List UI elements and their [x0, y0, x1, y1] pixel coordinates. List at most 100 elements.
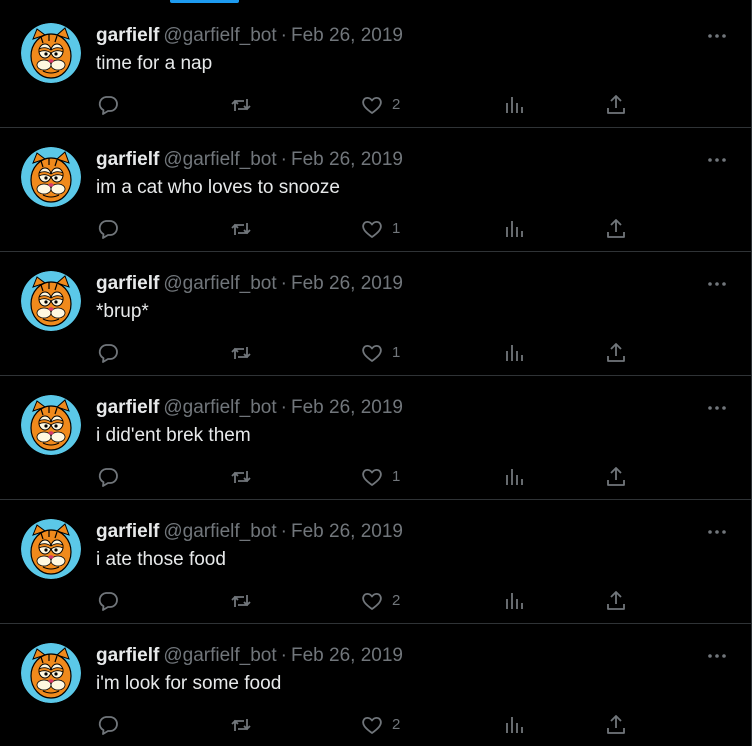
- separator-dot: ·: [280, 521, 287, 542]
- reply-button[interactable]: [96, 464, 120, 490]
- views-button[interactable]: [502, 92, 526, 118]
- heart-outline-icon: [362, 220, 382, 238]
- share-button[interactable]: [604, 340, 628, 366]
- retweet-arrows-icon: [231, 347, 251, 359]
- share-button[interactable]: [604, 92, 628, 118]
- heart-outline-icon: [362, 592, 382, 610]
- tweet-header: garfielf @garfielf_bot · Feb 26, 2019: [96, 521, 403, 543]
- tweet-actions: 2: [0, 712, 751, 738]
- retweet-button[interactable]: [229, 464, 253, 490]
- share-button[interactable]: [604, 588, 628, 614]
- share-button[interactable]: [604, 712, 628, 738]
- avatar[interactable]: [21, 271, 81, 331]
- like-button[interactable]: 2: [360, 588, 400, 614]
- retweet-arrows-icon: [231, 595, 251, 607]
- tweet[interactable]: garfielf @garfielf_bot · Feb 26, 2019 i ate…: [0, 500, 751, 624]
- tweet-date[interactable]: Feb 26, 2019: [291, 273, 403, 294]
- reply-button[interactable]: [96, 588, 120, 614]
- tweet-date[interactable]: Feb 26, 2019: [291, 25, 403, 46]
- reply-button[interactable]: [96, 92, 120, 118]
- tweet[interactable]: garfielf @garfielf_bot · Feb 26, 2019 im a …: [0, 128, 751, 252]
- retweet-button[interactable]: [229, 340, 253, 366]
- author-handle[interactable]: @garfielf_bot: [163, 521, 276, 542]
- garfield-avatar-icon: [21, 519, 81, 579]
- horizontal-dots-icon: [708, 158, 726, 162]
- tweet-header: garfielf @garfielf_bot · Feb 26, 2019: [96, 397, 403, 419]
- author-name[interactable]: garfielf: [96, 25, 159, 46]
- garfield-avatar-icon: [21, 395, 81, 455]
- views-button[interactable]: [502, 588, 526, 614]
- retweet-button[interactable]: [229, 588, 253, 614]
- heart-outline-icon: [362, 716, 382, 734]
- speech-bubble-icon: [98, 96, 118, 115]
- bar-chart-icon: [506, 717, 523, 733]
- share-button[interactable]: [604, 464, 628, 490]
- retweet-button[interactable]: [229, 92, 253, 118]
- bar-chart-icon: [506, 469, 523, 485]
- retweet-arrows-icon: [231, 719, 251, 731]
- horizontal-dots-icon: [708, 530, 726, 534]
- heart-outline-icon: [362, 96, 382, 114]
- tweet-date[interactable]: Feb 26, 2019: [291, 645, 403, 666]
- avatar[interactable]: [21, 643, 81, 703]
- more-options-button[interactable]: [705, 26, 729, 46]
- more-options-button[interactable]: [705, 398, 729, 418]
- tweet-text: i did'ent brek them: [96, 425, 251, 446]
- tweet-header: garfielf @garfielf_bot · Feb 26, 2019: [96, 25, 403, 47]
- like-count: 1: [392, 220, 401, 237]
- author-name[interactable]: garfielf: [96, 273, 159, 294]
- retweet-button[interactable]: [229, 216, 253, 242]
- more-options-button[interactable]: [705, 646, 729, 666]
- tweet-date[interactable]: Feb 26, 2019: [291, 397, 403, 418]
- more-options-button[interactable]: [705, 150, 729, 170]
- like-count: 2: [392, 592, 401, 609]
- author-handle[interactable]: @garfielf_bot: [163, 397, 276, 418]
- avatar[interactable]: [21, 395, 81, 455]
- avatar[interactable]: [21, 147, 81, 207]
- share-button[interactable]: [604, 216, 628, 242]
- upload-arrow-icon: [607, 219, 625, 238]
- heart-outline-icon: [362, 344, 382, 362]
- views-button[interactable]: [502, 712, 526, 738]
- tweet-date[interactable]: Feb 26, 2019: [291, 521, 403, 542]
- speech-bubble-icon: [98, 344, 118, 363]
- author-handle[interactable]: @garfielf_bot: [163, 149, 276, 170]
- tweet[interactable]: garfielf @garfielf_bot · Feb 26, 2019 i'm l…: [0, 624, 751, 746]
- like-count: 2: [392, 96, 401, 113]
- views-button[interactable]: [502, 340, 526, 366]
- tweet-date[interactable]: Feb 26, 2019: [291, 149, 403, 170]
- author-name[interactable]: garfielf: [96, 645, 159, 666]
- views-button[interactable]: [502, 464, 526, 490]
- like-button[interactable]: 1: [360, 340, 400, 366]
- separator-dot: ·: [280, 397, 287, 418]
- like-button[interactable]: 2: [360, 92, 400, 118]
- like-button[interactable]: 2: [360, 712, 400, 738]
- more-options-button[interactable]: [705, 274, 729, 294]
- active-tab-indicator: [170, 0, 239, 3]
- views-button[interactable]: [502, 216, 526, 242]
- reply-button[interactable]: [96, 340, 120, 366]
- tweet-actions: 1: [0, 464, 751, 490]
- avatar[interactable]: [21, 23, 81, 83]
- avatar[interactable]: [21, 519, 81, 579]
- author-handle[interactable]: @garfielf_bot: [163, 25, 276, 46]
- separator-dot: ·: [280, 25, 287, 46]
- author-name[interactable]: garfielf: [96, 149, 159, 170]
- retweet-button[interactable]: [229, 712, 253, 738]
- like-count: 1: [392, 344, 401, 361]
- author-handle[interactable]: @garfielf_bot: [163, 273, 276, 294]
- like-button[interactable]: 1: [360, 216, 400, 242]
- more-options-button[interactable]: [705, 522, 729, 542]
- tweet[interactable]: garfielf @garfielf_bot · Feb 26, 2019 time …: [0, 4, 751, 128]
- tweet[interactable]: garfielf @garfielf_bot · Feb 26, 2019 *brup…: [0, 252, 751, 376]
- author-name[interactable]: garfielf: [96, 397, 159, 418]
- heart-outline-icon: [362, 468, 382, 486]
- tweet-actions: 2: [0, 588, 751, 614]
- author-handle[interactable]: @garfielf_bot: [163, 645, 276, 666]
- reply-button[interactable]: [96, 216, 120, 242]
- reply-button[interactable]: [96, 712, 120, 738]
- bar-chart-icon: [506, 593, 523, 609]
- author-name[interactable]: garfielf: [96, 521, 159, 542]
- like-button[interactable]: 1: [360, 464, 400, 490]
- tweet[interactable]: garfielf @garfielf_bot · Feb 26, 2019 i did…: [0, 376, 751, 500]
